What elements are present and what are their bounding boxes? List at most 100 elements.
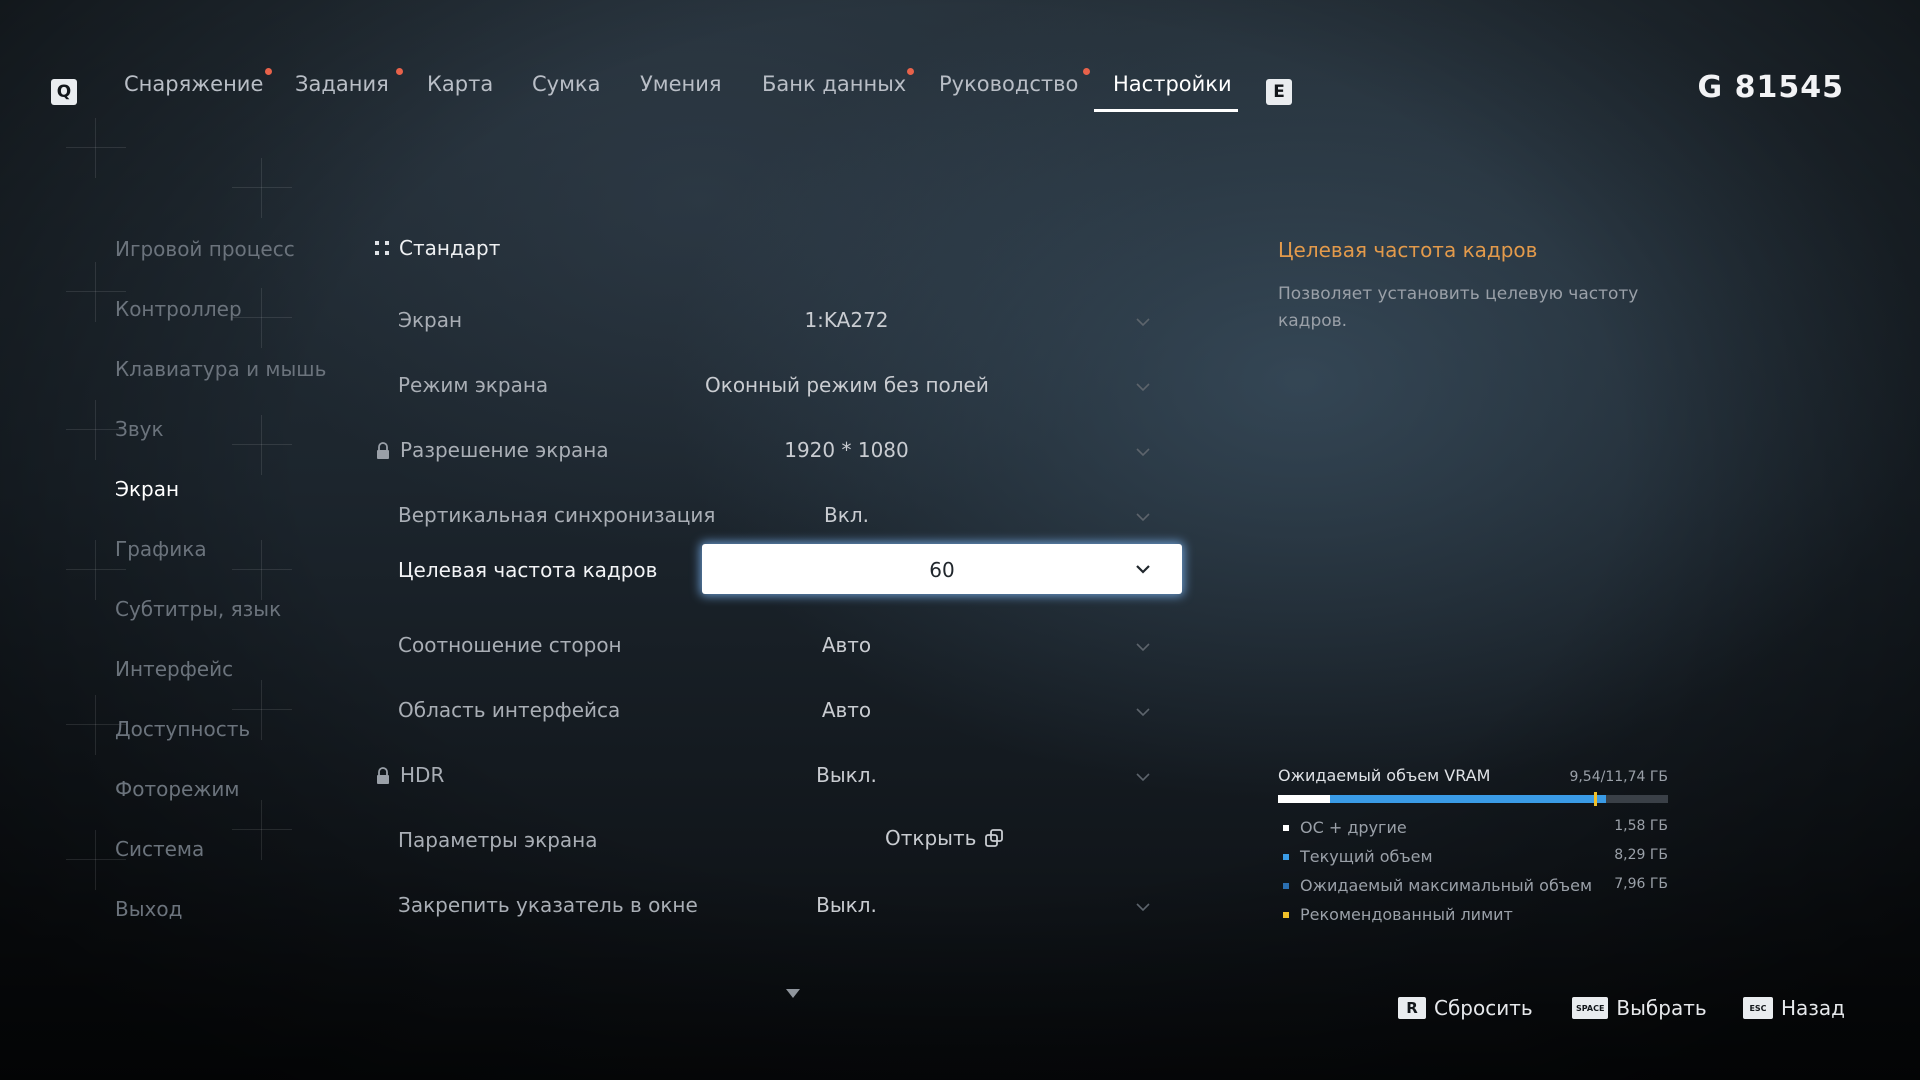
chevron-down-icon[interactable] bbox=[1135, 509, 1151, 525]
setting-value: 1:KA272 bbox=[804, 308, 889, 332]
chevron-down-icon[interactable] bbox=[1135, 561, 1151, 577]
setting-value: Авто bbox=[821, 633, 872, 657]
sidebar-item-display[interactable]: Экран bbox=[115, 468, 326, 528]
scroll-down-icon[interactable] bbox=[785, 987, 801, 999]
sidebar-item-photo-mode[interactable]: Фоторежим bbox=[115, 768, 326, 828]
setting-row-hdr[interactable]: HDR Выкл. bbox=[375, 747, 1175, 807]
legend-swatch bbox=[1283, 883, 1289, 889]
lock-icon bbox=[377, 767, 389, 784]
legend-item: Текущий объем 8,29 ГБ bbox=[1278, 846, 1668, 875]
notification-dot bbox=[907, 68, 914, 75]
setting-label: Соотношение сторон bbox=[398, 633, 622, 657]
tab-equipment[interactable]: Снаряжение bbox=[124, 72, 263, 96]
sidebar-item-accessibility[interactable]: Доступность bbox=[115, 708, 326, 768]
reset-hint[interactable]: R Сбросить bbox=[1398, 996, 1533, 1020]
vram-current-segment bbox=[1330, 795, 1606, 803]
chevron-down-icon[interactable] bbox=[1135, 704, 1151, 720]
key-space-icon: SPACE bbox=[1572, 997, 1609, 1019]
setting-row-lock-cursor[interactable]: Закрепить указатель в окне Выкл. bbox=[375, 877, 1175, 937]
setting-label: Область интерфейса bbox=[398, 698, 621, 722]
vram-panel: Ожидаемый объем VRAM 9,54/11,74 ГБ ОС + … bbox=[1278, 766, 1668, 933]
reset-label: Сбросить bbox=[1434, 996, 1533, 1020]
vram-legend: ОС + другие 1,58 ГБ Текущий объем 8,29 Г… bbox=[1278, 817, 1668, 933]
setting-label: Целевая частота кадров bbox=[398, 558, 658, 582]
setting-row-aspect-ratio[interactable]: Соотношение сторон Авто bbox=[375, 617, 1175, 677]
external-window-icon bbox=[985, 829, 1004, 847]
chevron-down-icon[interactable] bbox=[1135, 444, 1151, 460]
sidebar-item-sound[interactable]: Звук bbox=[115, 408, 326, 468]
notification-dot bbox=[396, 68, 403, 75]
legend-swatch bbox=[1283, 912, 1289, 918]
setting-row-screen-mode[interactable]: Режим экрана Оконный режим без полей bbox=[375, 357, 1175, 417]
chevron-down-icon[interactable] bbox=[1135, 639, 1151, 655]
chevron-down-icon[interactable] bbox=[1135, 769, 1151, 785]
chevron-down-icon[interactable] bbox=[1135, 899, 1151, 915]
legend-value: 1,58 ГБ bbox=[1614, 818, 1668, 834]
sidebar-item-keyboard-mouse[interactable]: Клавиатура и мышь bbox=[115, 348, 326, 408]
tab-skills[interactable]: Умения bbox=[640, 72, 722, 96]
legend-item: Ожидаемый максимальный объем 7,96 ГБ bbox=[1278, 875, 1668, 904]
legend-item: ОС + другие 1,58 ГБ bbox=[1278, 817, 1668, 846]
sidebar-item-system[interactable]: Система bbox=[115, 828, 326, 888]
setting-row-target-framerate[interactable]: Целевая частота кадров 60 bbox=[375, 542, 1182, 602]
sidebar-item-graphics[interactable]: Графика bbox=[115, 528, 326, 588]
lock-icon bbox=[377, 442, 389, 459]
active-tab-indicator bbox=[1094, 109, 1238, 112]
setting-value: Авто bbox=[821, 698, 872, 722]
key-esc-icon: ESC bbox=[1743, 997, 1773, 1019]
info-title: Целевая частота кадров bbox=[1278, 238, 1538, 262]
notification-dot bbox=[265, 68, 272, 75]
legend-label: Текущий объем bbox=[1300, 847, 1433, 866]
vram-limit-marker bbox=[1593, 792, 1597, 806]
tab-quests[interactable]: Задания bbox=[295, 72, 389, 96]
setting-row-screen[interactable]: Экран 1:KA272 bbox=[375, 292, 1175, 352]
setting-label: Режим экрана bbox=[398, 373, 549, 397]
setting-row-ui-area[interactable]: Область интерфейса Авто bbox=[375, 682, 1175, 742]
top-navigation: Q Снаряжение Задания Карта Сумка Умения … bbox=[0, 0, 1920, 130]
sidebar-item-gameplay[interactable]: Игровой процесс bbox=[115, 228, 326, 288]
open-button[interactable]: Открыть bbox=[885, 826, 1004, 850]
back-label: Назад bbox=[1781, 996, 1846, 1020]
legend-value: 7,96 ГБ bbox=[1614, 876, 1668, 892]
tab-bag[interactable]: Сумка bbox=[532, 72, 601, 96]
key-r-icon: R bbox=[1398, 997, 1426, 1019]
legend-swatch bbox=[1283, 825, 1289, 831]
setting-value: 1920 * 1080 bbox=[784, 438, 909, 462]
setting-row-resolution[interactable]: Разрешение экрана 1920 * 1080 bbox=[375, 422, 1175, 482]
prev-tab-key[interactable]: Q bbox=[51, 79, 77, 105]
legend-item: Рекомендованный лимит bbox=[1278, 904, 1668, 933]
setting-label: Вертикальная синхронизация bbox=[398, 503, 716, 527]
chevron-down-icon[interactable] bbox=[1135, 314, 1151, 330]
setting-label: Параметры экрана bbox=[398, 828, 598, 852]
tab-guide[interactable]: Руководство bbox=[939, 72, 1078, 96]
chevron-down-icon[interactable] bbox=[1135, 379, 1151, 395]
select-hint[interactable]: SPACE Выбрать bbox=[1572, 996, 1707, 1020]
grid-icon bbox=[375, 241, 389, 255]
vram-title: Ожидаемый объем VRAM bbox=[1278, 766, 1491, 785]
section-title: Стандарт bbox=[399, 236, 501, 260]
legend-value: 8,29 ГБ bbox=[1614, 847, 1668, 863]
tab-settings[interactable]: Настройки bbox=[1113, 72, 1232, 96]
setting-row-display-params[interactable]: Параметры экрана Открыть bbox=[375, 812, 1175, 872]
legend-swatch bbox=[1283, 854, 1289, 860]
select-label: Выбрать bbox=[1616, 996, 1707, 1020]
tab-database[interactable]: Банк данных bbox=[762, 72, 906, 96]
tab-map[interactable]: Карта bbox=[427, 72, 493, 96]
setting-label: HDR bbox=[400, 763, 445, 787]
sidebar-item-exit[interactable]: Выход bbox=[115, 888, 326, 948]
setting-value: Выкл. bbox=[816, 763, 877, 787]
setting-label: Закрепить указатель в окне bbox=[398, 893, 698, 917]
setting-value: Выкл. bbox=[816, 893, 877, 917]
section-header: Стандарт bbox=[375, 236, 500, 260]
back-hint[interactable]: ESC Назад bbox=[1743, 996, 1845, 1020]
vram-total: 9,54/11,74 ГБ bbox=[1569, 769, 1668, 785]
sidebar-item-subtitles-language[interactable]: Субтитры, язык bbox=[115, 588, 326, 648]
sidebar-item-interface[interactable]: Интерфейс bbox=[115, 648, 326, 708]
decor-crosshair bbox=[232, 158, 292, 218]
setting-value: Вкл. bbox=[824, 503, 869, 527]
setting-label: Разрешение экрана bbox=[400, 438, 609, 462]
setting-row-vsync[interactable]: Вертикальная синхронизация Вкл. bbox=[375, 487, 1175, 547]
sidebar-item-controller[interactable]: Контроллер bbox=[115, 288, 326, 348]
next-tab-key[interactable]: E bbox=[1266, 79, 1292, 105]
setting-value: Оконный режим без полей bbox=[705, 373, 989, 397]
